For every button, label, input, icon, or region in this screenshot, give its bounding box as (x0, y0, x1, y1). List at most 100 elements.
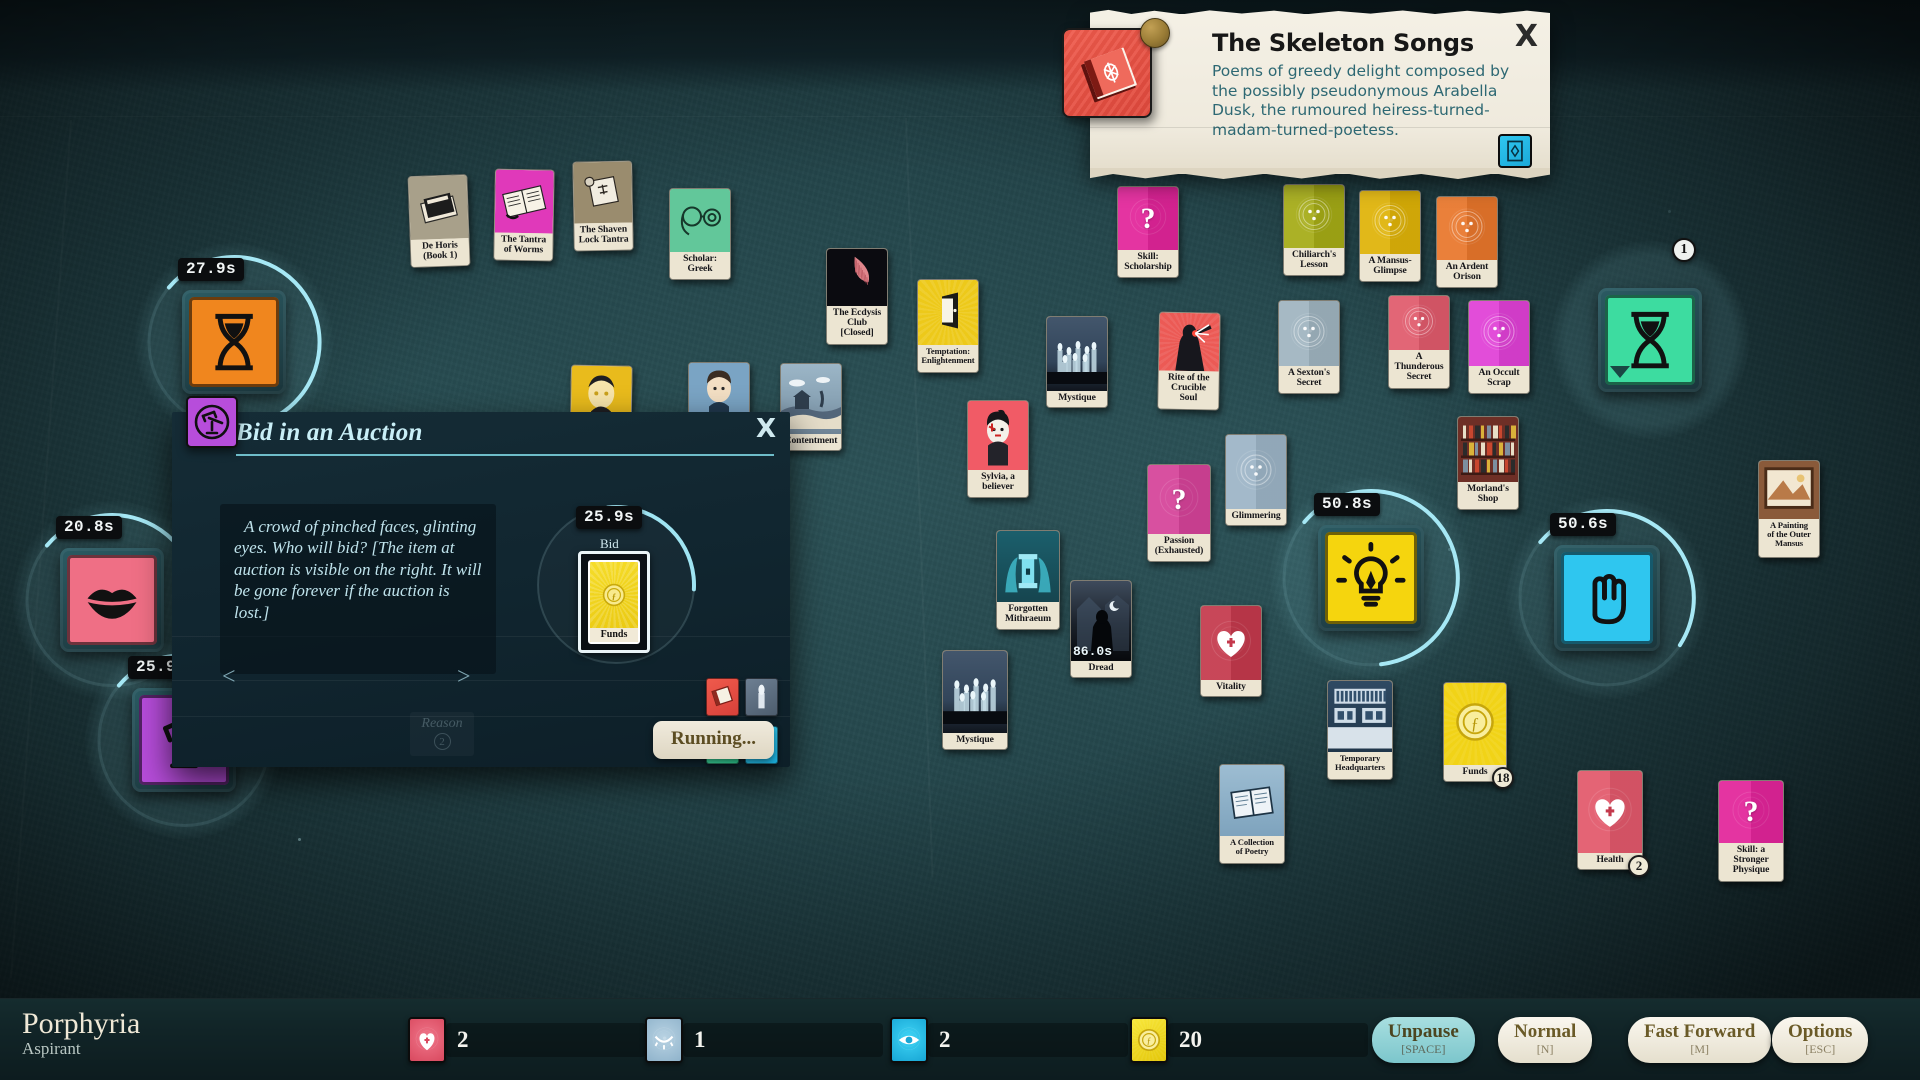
card-body[interactable]: ƒ Funds (1443, 682, 1507, 782)
card-mystique-bottom[interactable]: Mystique (942, 650, 1008, 750)
card-art (670, 189, 730, 252)
card-body[interactable]: Rite of the Crucible Soul (1157, 311, 1221, 411)
lips-icon (67, 555, 157, 645)
card-painting-outer-mansus[interactable]: A Painting of the Outer Mansus (1758, 460, 1820, 558)
close-icon[interactable]: X (1515, 22, 1538, 52)
bid-slot-label: Bid (600, 536, 619, 551)
card-body[interactable]: Glimmering (1225, 434, 1287, 526)
card-skill-stronger-physique[interactable]: ? Skill: a Stronger Physique (1718, 780, 1784, 882)
card-art (1360, 191, 1420, 254)
card-body[interactable]: An Occult Scrap (1468, 300, 1530, 394)
card-body[interactable]: Morland's Shop (1457, 416, 1519, 510)
card-collection-of-poetry[interactable]: A Collection of Poetry (1219, 764, 1285, 864)
card-art (494, 169, 554, 234)
card-glimmering[interactable]: Glimmering (1225, 434, 1287, 526)
lore-slot-icon[interactable] (1498, 134, 1532, 168)
card-thunderous-secret[interactable]: A Thunderous Secret (1388, 295, 1450, 389)
card-mansus-glimpse[interactable]: A Mansus- Glimpse (1359, 190, 1421, 282)
card-body[interactable]: A Sexton's Secret (1278, 300, 1340, 394)
card-temporary-headquarters[interactable]: Temporary Headquarters (1327, 680, 1393, 780)
work-verb[interactable] (182, 290, 286, 394)
card-sextons-secret[interactable]: A Sexton's Secret (1278, 300, 1340, 394)
card-label: Skill: a Stronger Physique (1719, 843, 1783, 881)
candle-icon[interactable] (745, 678, 778, 716)
stat-reason-dim[interactable]: 1 (645, 1017, 883, 1063)
card-body[interactable]: Health (1577, 770, 1643, 870)
card-body[interactable]: ? Skill: a Stronger Physique (1718, 780, 1784, 882)
tooltip-divider (1090, 127, 1550, 128)
card-body[interactable]: Chiliarch's Lesson (1283, 184, 1345, 276)
card-sylvia-believer[interactable]: Sylvia, a believer (967, 400, 1029, 498)
card-tantra-of-worms[interactable]: The Tantra of Worms (493, 168, 555, 262)
card-body[interactable]: Forgotten Mithraeum (996, 530, 1060, 630)
prev-page-button[interactable]: < (222, 664, 236, 691)
situation-window-bid-in-an-auction[interactable]: Bid in an Auction X A crowd of pinched f… (172, 396, 790, 767)
card-body[interactable]: The Tantra of Worms (493, 168, 555, 262)
card-temptation-enlightenment[interactable]: Temptation: Enlightenment (917, 279, 979, 373)
normal-button[interactable]: Normal [N] (1498, 1017, 1593, 1063)
table-seam-3 (905, 118, 934, 878)
stat-health[interactable]: 2 (408, 1017, 646, 1063)
card-chiliarchs-lesson[interactable]: Chiliarch's Lesson (1283, 184, 1345, 276)
card-scholar-greek[interactable]: Scholar: Greek (669, 188, 731, 280)
card-body[interactable]: ? Skill: Scholarship (1117, 186, 1179, 278)
card-morlands-shop[interactable]: Morland's Shop (1457, 416, 1519, 510)
card-body[interactable]: The Shaven Lock Tantra (572, 160, 634, 252)
card-body[interactable]: The Ecdysis Club [Closed] (826, 248, 888, 345)
card-label: Dread (1071, 661, 1131, 677)
card-body[interactable]: De Horis (Book 1) (407, 173, 471, 269)
situation-description: A crowd of pinched faces, glinting eyes.… (234, 517, 482, 622)
card-body[interactable]: Sylvia, a believer (967, 400, 1029, 498)
close-icon[interactable]: X (756, 416, 776, 442)
card-body[interactable]: Mystique (1046, 316, 1108, 408)
card-body[interactable]: Mystique (942, 650, 1008, 750)
card-mystique-top[interactable]: Mystique (1046, 316, 1108, 408)
dream-verb[interactable] (60, 548, 164, 652)
card-dread[interactable]: 86.0s Dread (1070, 580, 1132, 678)
card-forgotten-mithraeum[interactable]: Forgotten Mithraeum (996, 530, 1060, 630)
card-de-horis[interactable]: De Horis (Book 1) (407, 173, 471, 269)
fast-forward-button[interactable]: Fast Forward [M] (1628, 1017, 1772, 1063)
card-timer: 86.0s (1073, 644, 1113, 659)
stat-funds[interactable]: ƒ 20 (1130, 1017, 1368, 1063)
next-page-button[interactable]: > (457, 664, 471, 691)
card-body[interactable]: A Collection of Poetry (1219, 764, 1285, 864)
run-button[interactable]: Running... (652, 721, 774, 759)
card-passion-exhausted[interactable]: ? Passion (Exhausted) (1147, 464, 1211, 562)
stat-passion-eye[interactable]: 2 (890, 1017, 1128, 1063)
card-label: Contentment (781, 434, 841, 450)
card-funds-table[interactable]: ƒ Funds 18 (1443, 682, 1514, 789)
bid-slot-card-funds[interactable]: ƒ Funds (578, 551, 650, 653)
card-body[interactable]: Temporary Headquarters (1327, 680, 1393, 780)
card-body[interactable]: Scholar: Greek (669, 188, 731, 280)
card-shaven-lock-tantra[interactable]: The Shaven Lock Tantra (572, 160, 634, 252)
coin-icon[interactable]: ƒ (1130, 1017, 1168, 1063)
card-body[interactable]: Temptation: Enlightenment (917, 279, 979, 373)
card-ecdysis-club[interactable]: The Ecdysis Club [Closed] (826, 248, 888, 345)
card-tooltip-the-skeleton-songs[interactable]: X The Skeleton Songs Poems of greedy del… (1062, 9, 1550, 180)
card-body[interactable]: An Ardent Orison (1436, 196, 1498, 288)
dread-verb[interactable] (1554, 545, 1660, 651)
card-skill-scholarship[interactable]: ? Skill: Scholarship (1117, 186, 1179, 278)
card-body[interactable]: ? Passion (Exhausted) (1147, 464, 1211, 562)
options-button[interactable]: Options [ESC] (1772, 1017, 1869, 1063)
card-art (1759, 461, 1819, 519)
unpause-button[interactable]: Unpause [SPACE] (1372, 1017, 1475, 1063)
heart-icon[interactable] (408, 1017, 446, 1063)
red-book-icon[interactable] (706, 678, 739, 716)
card-occult-scrap[interactable]: An Occult Scrap (1468, 300, 1530, 394)
open-eye-icon[interactable] (890, 1017, 928, 1063)
card-ardent-orison[interactable]: An Ardent Orison (1436, 196, 1498, 288)
card-body[interactable]: 86.0s Dread (1070, 580, 1132, 678)
card-art (968, 401, 1028, 470)
card-body[interactable]: A Thunderous Secret (1388, 295, 1450, 389)
card-body[interactable]: Vitality (1200, 605, 1262, 697)
study-verb[interactable] (1318, 525, 1424, 631)
card-body[interactable]: A Painting of the Outer Mansus (1758, 460, 1820, 558)
card-body[interactable]: A Mansus- Glimpse (1359, 190, 1421, 282)
card-rite-crucible-soul[interactable]: Rite of the Crucible Soul (1157, 311, 1221, 411)
card-art: ƒ (1444, 683, 1506, 765)
card-health-table[interactable]: Health 2 (1577, 770, 1650, 877)
closed-eye-icon[interactable] (645, 1017, 683, 1063)
card-vitality[interactable]: Vitality (1200, 605, 1262, 697)
